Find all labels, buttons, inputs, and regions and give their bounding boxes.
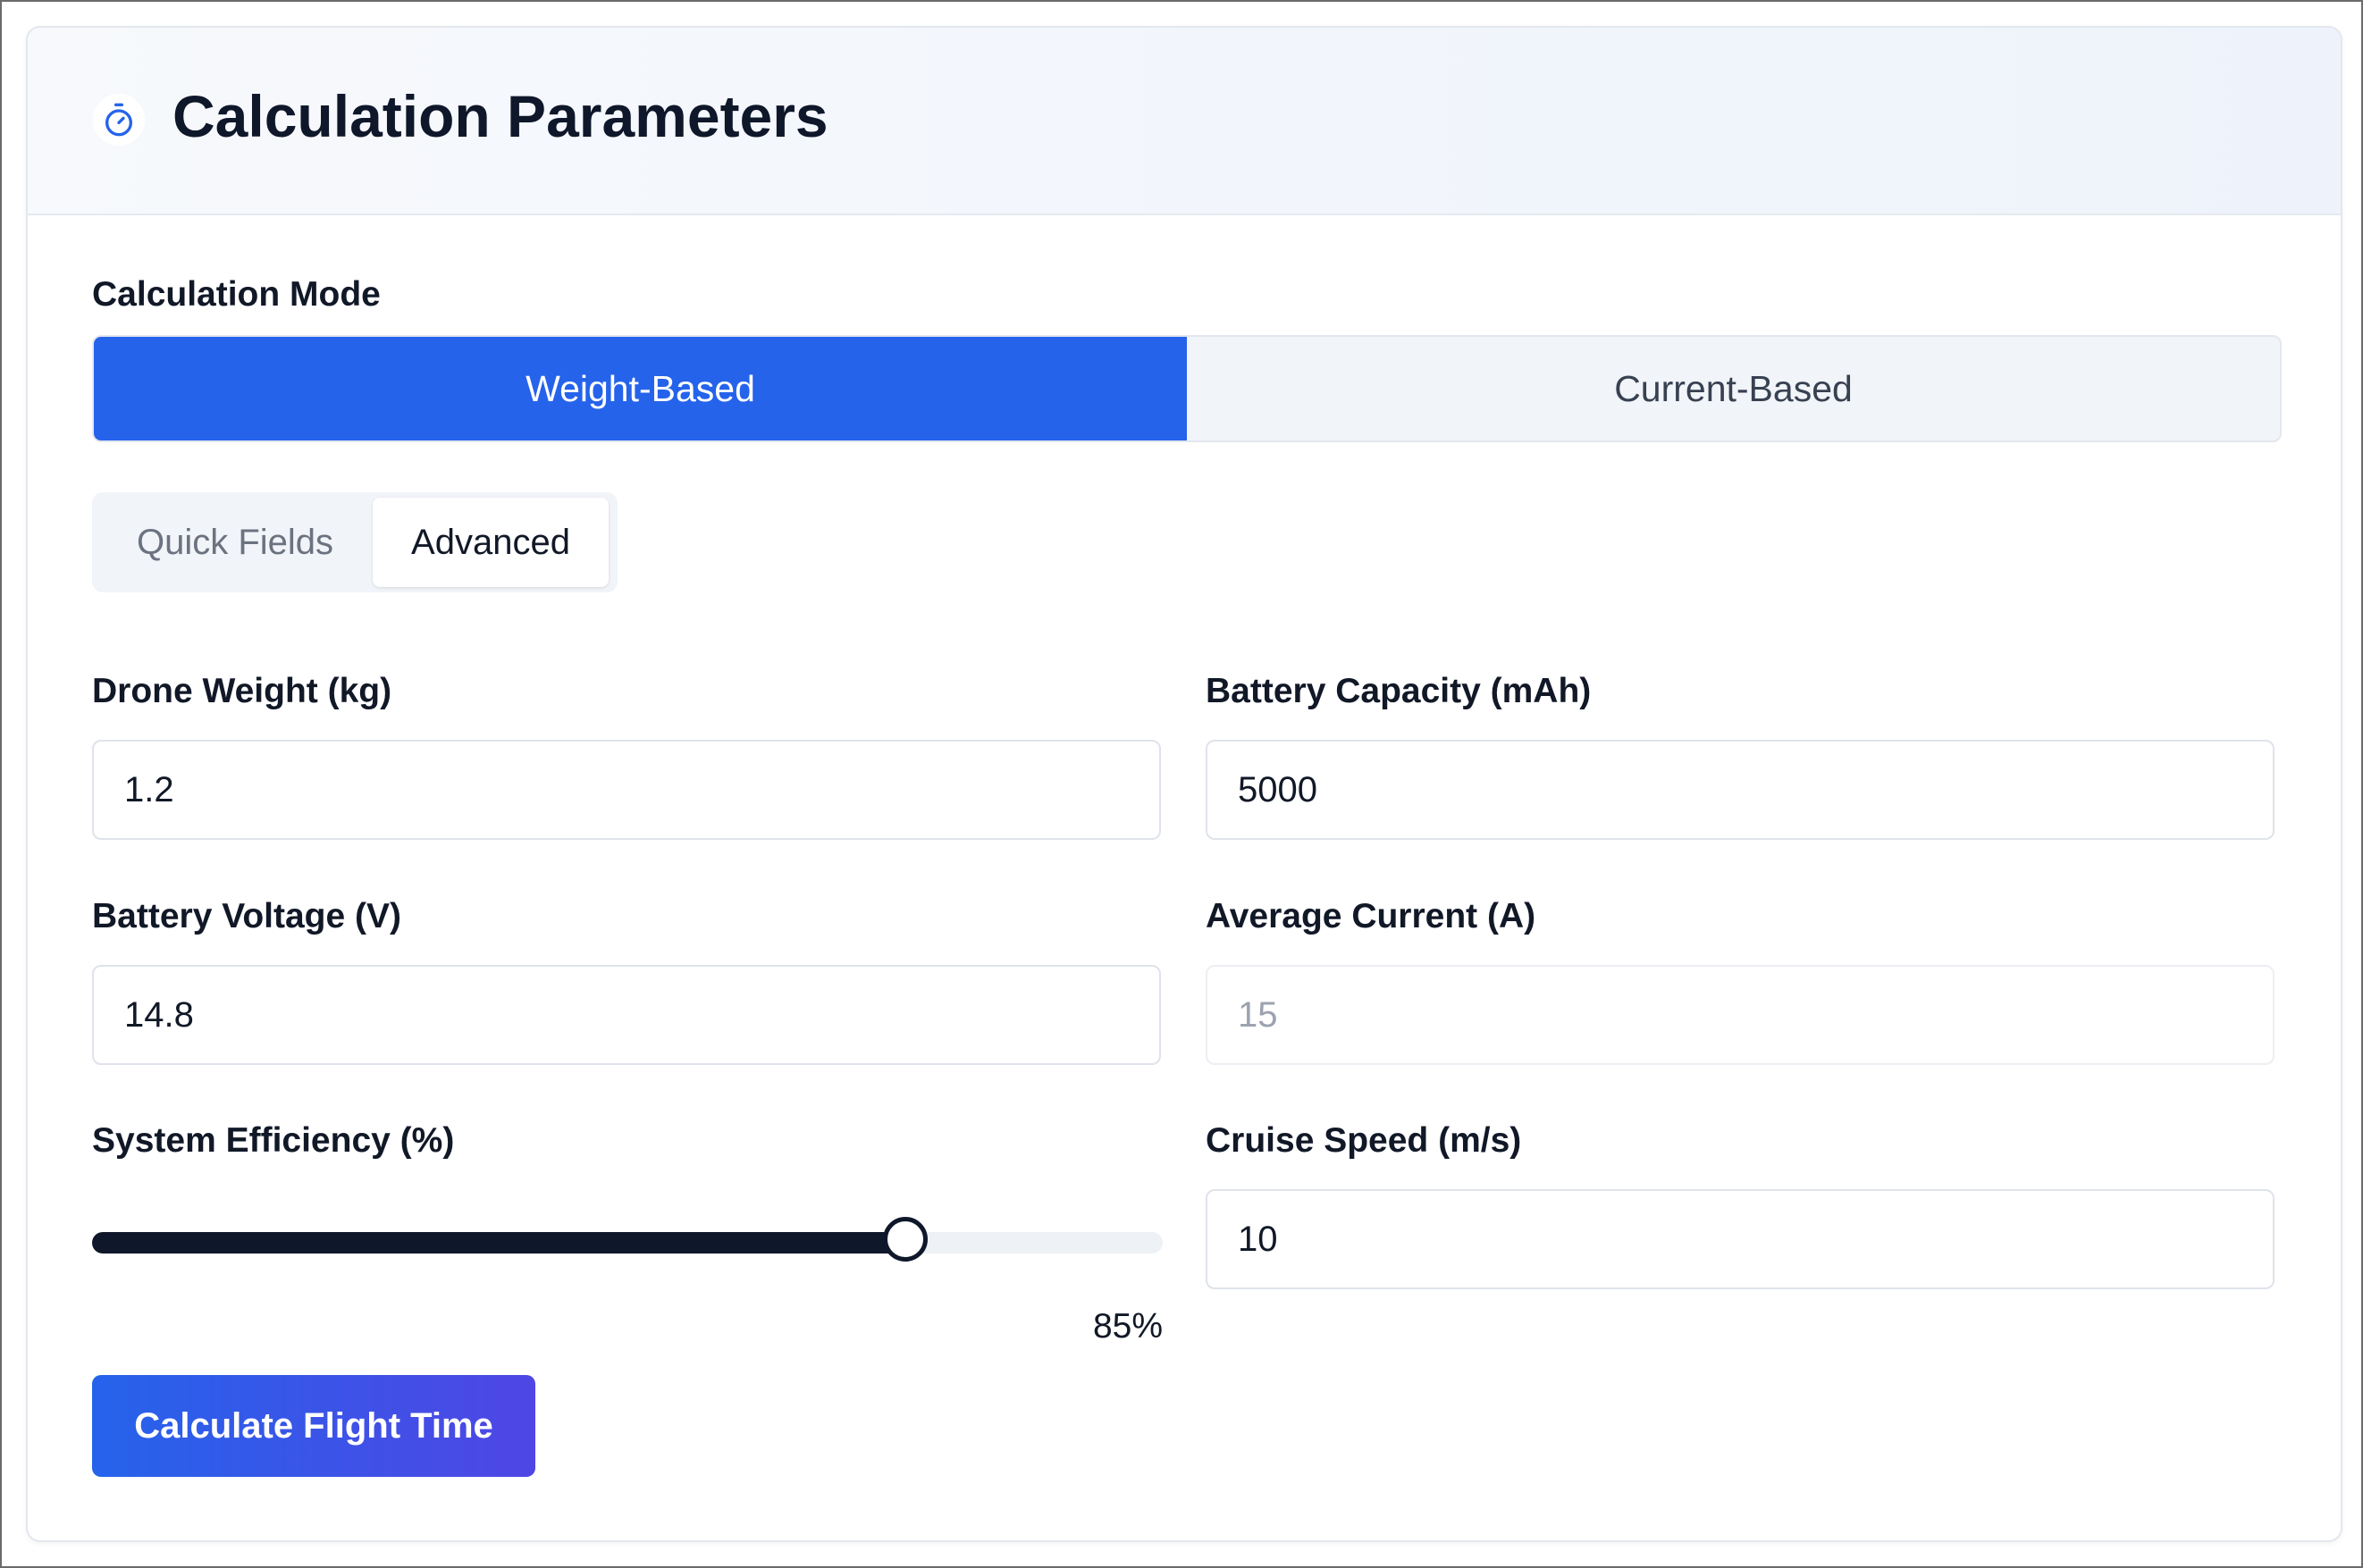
- tab-quick-fields[interactable]: Quick Fields: [101, 498, 369, 587]
- calculation-mode-toggle: Weight-Based Current-Based: [92, 335, 2282, 442]
- battery-capacity-label: Battery Capacity (mAh): [1206, 672, 1592, 710]
- card-header: Calculation Parameters: [28, 28, 2341, 215]
- parameters-card: Calculation Parameters Calculation Mode …: [26, 26, 2342, 1542]
- slider-fill: [92, 1232, 906, 1254]
- average-current-label: Average Current (A): [1206, 897, 1536, 935]
- slider-thumb[interactable]: [883, 1217, 929, 1262]
- window-frame: Calculation Parameters Calculation Mode …: [0, 0, 2363, 1568]
- drone-weight-input[interactable]: 1.2: [92, 740, 1161, 840]
- cruise-speed-input[interactable]: 10: [1206, 1189, 2275, 1289]
- cruise-speed-label: Cruise Speed (m/s): [1206, 1121, 1522, 1160]
- stopwatch-icon: [93, 94, 145, 146]
- average-current-input[interactable]: 15: [1206, 965, 2275, 1065]
- page-title: Calculation Parameters: [172, 83, 828, 149]
- calculation-mode-label: Calculation Mode: [92, 275, 381, 314]
- current-based-button[interactable]: Current-Based: [1187, 337, 2280, 440]
- system-efficiency-value: 85%: [1092, 1307, 1163, 1346]
- calculate-flight-time-button[interactable]: Calculate Flight Time: [92, 1375, 535, 1477]
- system-efficiency-label: System Efficiency (%): [92, 1121, 455, 1160]
- tab-advanced[interactable]: Advanced: [373, 498, 609, 587]
- system-efficiency-slider[interactable]: [92, 1217, 1163, 1262]
- weight-based-button[interactable]: Weight-Based: [94, 337, 1187, 440]
- drone-weight-label: Drone Weight (kg): [92, 672, 392, 710]
- field-view-tabs: Quick Fields Advanced: [92, 492, 618, 592]
- battery-voltage-input[interactable]: 14.8: [92, 965, 1161, 1065]
- battery-voltage-label: Battery Voltage (V): [92, 897, 402, 935]
- battery-capacity-input[interactable]: 5000: [1206, 740, 2275, 840]
